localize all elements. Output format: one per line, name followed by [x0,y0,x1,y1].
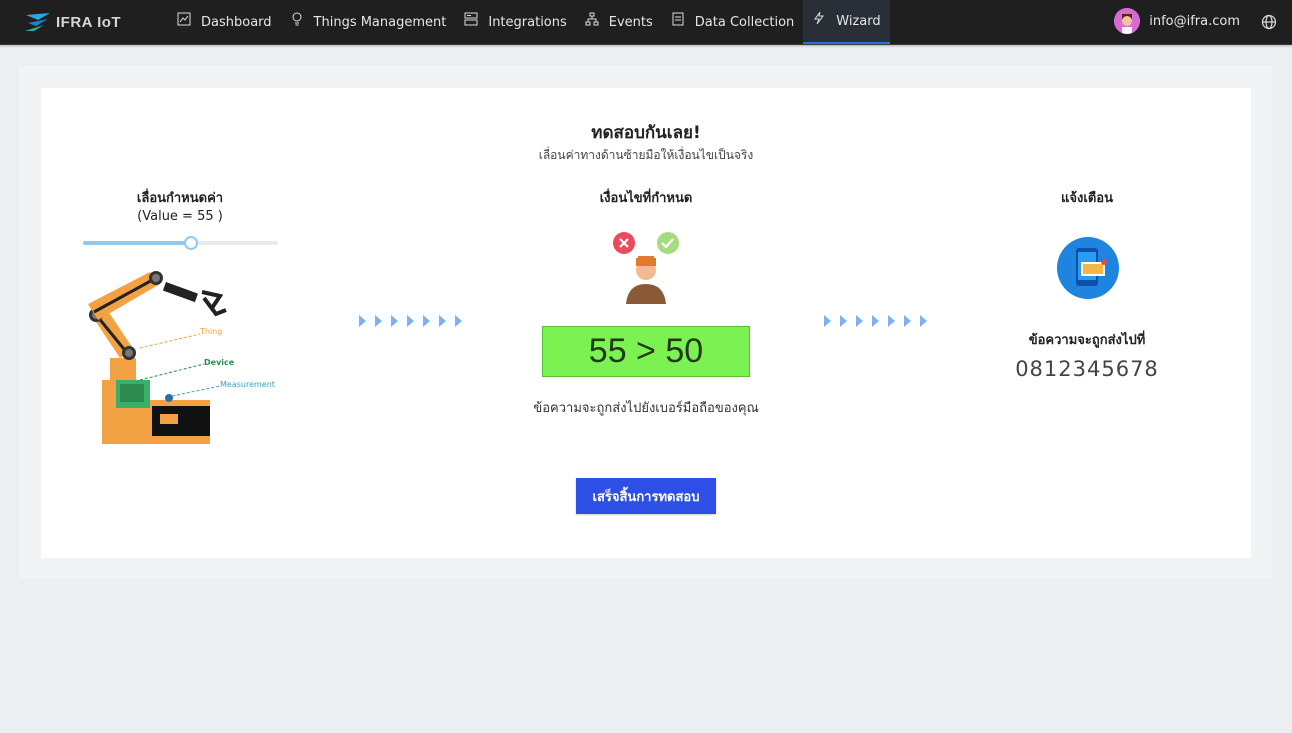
bulb-icon [292,12,302,26]
nav-integrations[interactable]: Integrations [455,0,575,44]
measurement-label: Measurement [220,380,275,389]
document-icon [672,12,684,26]
lightning-icon [814,11,825,25]
top-navbar: IFRA IoT Dashboard Things Management Int… [0,0,1292,45]
middle-caption: ข้อความจะถูกส่งไปยังเบอร์มือถือของคุณ [533,401,759,416]
thing-label: Thing [199,327,222,336]
finish-test-button[interactable]: เสร็จสิ้นการทดสอบ [576,478,716,514]
slider-fill [83,241,191,245]
nav-data-collection-label: Data Collection [694,14,795,30]
globe-icon[interactable] [1261,14,1277,30]
robot-arm-illustration: Thing Device Measurement [88,271,275,444]
right-heading: แจ้งเตือน [1061,191,1113,206]
network-icon [585,12,599,26]
nav-wizard-label: Wizard [836,13,881,29]
brand-name: IFRA IoT [56,13,122,31]
ifra-logo-icon [25,13,50,31]
phone-number: 0812345678 [1015,357,1159,381]
brand-logo[interactable]: IFRA IoT [24,10,121,34]
page-title: ทดสอบกันเลย! [591,123,701,143]
left-heading: เลื่อนกำหนดค่า [136,191,224,206]
value-text: (Value = 55 ) [137,209,223,224]
avatar-icon [1114,8,1141,34]
condition-display: 55 > 50 [542,326,750,377]
flow-arrows-left [359,315,466,327]
check-icon [657,232,679,254]
nav-wizard[interactable]: Wizard [803,0,890,44]
user-email: info@ifra.com [1149,13,1240,29]
value-slider[interactable] [83,236,278,250]
device-label: Device [204,358,235,367]
nav-dashboard-label: Dashboard [201,14,272,30]
nav-events-label: Events [608,14,653,30]
right-caption: ข้อความจะถูกส่งไปที่ [1028,333,1146,348]
flow-arrows-right [824,315,931,327]
nav-things-management[interactable]: Things Management [281,0,456,44]
nav-data-collection[interactable]: Data Collection [662,0,803,44]
main-nav: Dashboard Things Management Integrations… [168,0,890,44]
middle-heading: เงื่อนไขที่กำหนด [599,191,693,206]
nav-things-management-label: Things Management [313,14,447,30]
server-icon [464,12,478,26]
nav-integrations-label: Integrations [488,14,567,30]
nav-dashboard[interactable]: Dashboard [168,0,281,44]
avatar [1114,8,1141,34]
chart-icon [177,12,191,26]
page-subtitle: เลื่อนค่าทางด้านซ้ายมือให้เงื่อนไขเป็นจร… [538,148,754,162]
user-menu[interactable]: info@ifra.com [1114,8,1240,34]
mobile-message-icon [1057,237,1119,299]
decision-person-illustration [613,232,679,304]
nav-events[interactable]: Events [576,0,662,44]
